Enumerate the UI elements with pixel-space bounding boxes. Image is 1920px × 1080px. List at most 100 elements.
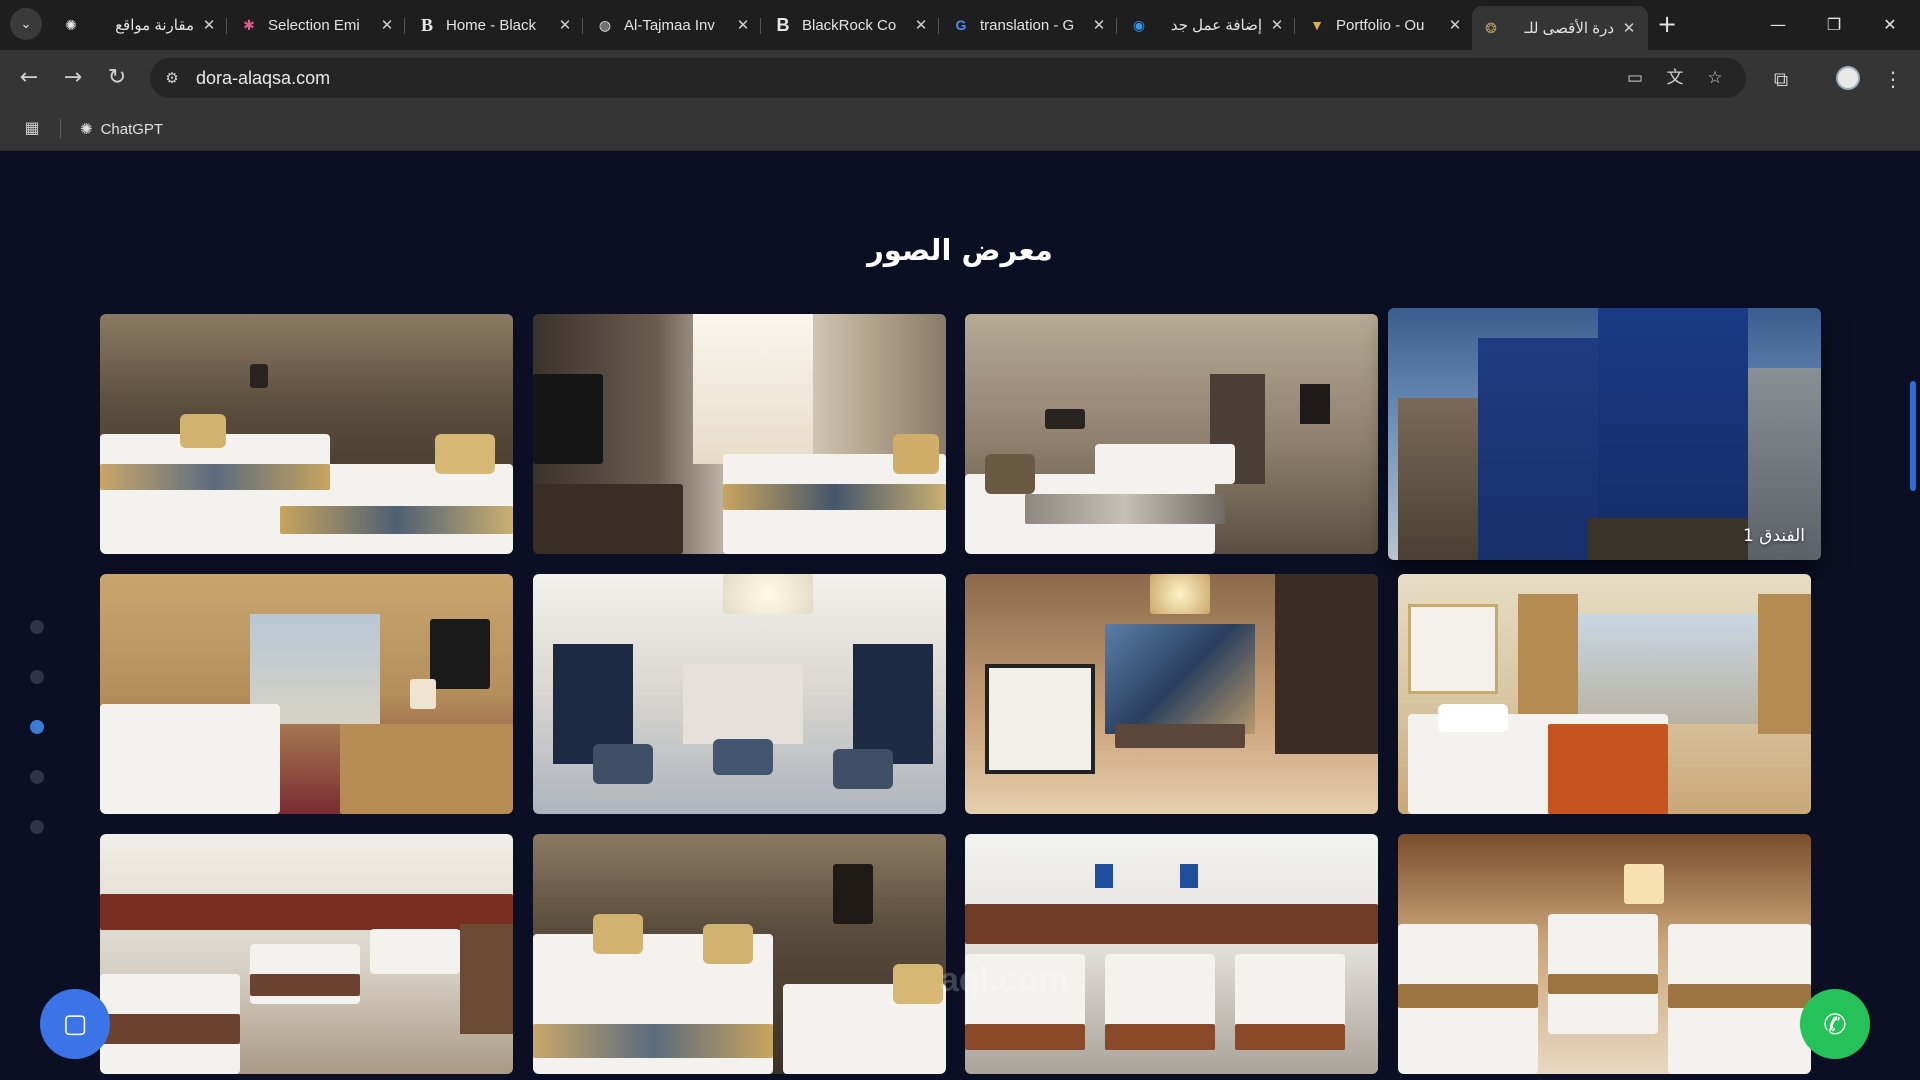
plus-icon: + bbox=[1656, 10, 1678, 38]
tab-title: translation - G bbox=[980, 16, 1075, 34]
bookmark-label: ChatGPT bbox=[100, 120, 164, 138]
minimize-icon: — bbox=[1770, 15, 1786, 34]
tab-divider bbox=[1294, 18, 1295, 34]
close-icon[interactable]: ✕ bbox=[1620, 19, 1638, 37]
browser-tab-bar: ⌄ ✺ مقارنة مواقع ✕ ✱ Selection Emi ✕ B H… bbox=[0, 0, 1920, 50]
close-icon[interactable]: ✕ bbox=[734, 16, 752, 34]
reload-icon: ↻ bbox=[107, 65, 127, 90]
whatsapp-button[interactable]: ✆ bbox=[1800, 989, 1870, 1059]
tab-title: BlackRock Co bbox=[802, 16, 897, 34]
tab-title: إضافة عمل جد bbox=[1170, 17, 1262, 34]
close-icon[interactable]: ✕ bbox=[556, 16, 574, 34]
gallery-photo-6[interactable] bbox=[965, 574, 1378, 814]
tab-divider bbox=[760, 18, 761, 34]
gallery-photo-1[interactable] bbox=[100, 314, 513, 554]
bookmarks-divider bbox=[60, 119, 61, 139]
site-settings-icon[interactable]: ⚙ bbox=[160, 66, 184, 90]
apps-grid-icon[interactable]: ▦ bbox=[22, 118, 42, 138]
section-dot[interactable] bbox=[30, 820, 44, 834]
reload-button[interactable]: ↻ bbox=[102, 64, 132, 94]
tab-7[interactable]: ▼ Portfolio - Ou ✕ bbox=[1298, 6, 1474, 44]
tab-1[interactable]: ✱ Selection Emi ✕ bbox=[230, 6, 406, 44]
page-title: معرض الصور bbox=[867, 233, 1053, 267]
circle-icon: ◉ bbox=[1132, 16, 1146, 33]
section-dot[interactable] bbox=[30, 770, 44, 784]
tab-8-active[interactable]: ❂ درة الأقصى للـ ✕ bbox=[1472, 6, 1648, 50]
install-app-icon[interactable]: ▭ bbox=[1622, 66, 1648, 90]
tab-4[interactable]: B BlackRock Co ✕ bbox=[764, 6, 940, 44]
tab-divider bbox=[226, 18, 227, 34]
globe-icon: ◍ bbox=[598, 16, 612, 33]
back-button[interactable]: ← bbox=[14, 64, 44, 94]
new-tab-button[interactable]: + bbox=[1652, 10, 1682, 40]
section-dot[interactable] bbox=[30, 620, 44, 634]
gallery-photo-4[interactable] bbox=[100, 574, 513, 814]
browser-toolbar: ← → ↻ ⚙ dora-alaqsa.com ▭ 文 ☆ ⧉ ⋮ bbox=[0, 50, 1920, 107]
translate-icon[interactable]: 文 bbox=[1662, 66, 1688, 90]
scrollbar-thumb[interactable] bbox=[1910, 381, 1916, 491]
tab-5[interactable]: G translation - G ✕ bbox=[942, 6, 1118, 44]
close-icon[interactable]: ✕ bbox=[378, 16, 396, 34]
close-icon[interactable]: ✕ bbox=[1090, 16, 1108, 34]
site-logo-icon: ❂ bbox=[1485, 19, 1497, 36]
portfolio-icon: ▼ bbox=[1310, 17, 1324, 33]
tab-title: Home - Black bbox=[446, 16, 537, 34]
b-logo-icon: B bbox=[776, 14, 790, 35]
gallery-photo-9[interactable] bbox=[533, 834, 946, 1074]
tab-divider bbox=[404, 18, 405, 34]
tab-title: درة الأقصى للـ bbox=[1524, 20, 1614, 37]
chat-button[interactable]: ▢ bbox=[40, 989, 110, 1059]
tab-divider bbox=[582, 18, 583, 34]
tab-0[interactable]: ✺ مقارنة مواقع ✕ bbox=[52, 6, 228, 44]
tab-title: مقارنة مواقع bbox=[115, 17, 194, 34]
tab-2[interactable]: B Home - Black ✕ bbox=[408, 6, 584, 44]
close-icon[interactable]: ✕ bbox=[1268, 16, 1286, 34]
arrow-right-icon: → bbox=[63, 65, 83, 90]
chevron-down-icon: ⌄ bbox=[20, 16, 32, 32]
close-icon[interactable]: ✕ bbox=[912, 16, 930, 34]
watermark: aql.com bbox=[940, 961, 1069, 999]
tab-6[interactable]: ◉ إضافة عمل جد ✕ bbox=[1120, 6, 1296, 44]
gallery-photo-3[interactable] bbox=[965, 314, 1378, 554]
dribbble-icon: ✱ bbox=[243, 16, 255, 33]
tab-divider bbox=[1116, 18, 1117, 34]
chat-bubble-icon: ▢ bbox=[62, 1009, 88, 1039]
url-text[interactable]: dora-alaqsa.com bbox=[196, 68, 330, 89]
featured-photo-hotel[interactable]: الفندق 1 bbox=[1388, 308, 1821, 560]
minimize-button[interactable]: — bbox=[1756, 8, 1800, 42]
restore-button[interactable]: ❐ bbox=[1812, 8, 1856, 42]
gallery-photo-11[interactable] bbox=[1398, 834, 1811, 1074]
chatgpt-icon: ✺ bbox=[65, 16, 77, 33]
profile-avatar[interactable] bbox=[1836, 66, 1860, 90]
google-icon: G bbox=[955, 17, 967, 33]
bookmark-star-icon[interactable]: ☆ bbox=[1702, 66, 1728, 90]
gallery-photo-2[interactable] bbox=[533, 314, 946, 554]
section-dots-nav bbox=[30, 620, 46, 870]
b-logo-icon: B bbox=[420, 14, 433, 35]
whatsapp-icon: ✆ bbox=[1823, 1007, 1847, 1041]
close-icon[interactable]: ✕ bbox=[1446, 16, 1464, 34]
gallery-photo-5[interactable] bbox=[533, 574, 946, 814]
gallery-photo-8[interactable] bbox=[100, 834, 513, 1074]
tab-search-button[interactable]: ⌄ bbox=[10, 8, 42, 40]
window-close-button[interactable]: ✕ bbox=[1868, 8, 1912, 42]
section-dot-active[interactable] bbox=[30, 720, 44, 734]
tab-title: Selection Emi bbox=[268, 16, 360, 34]
arrow-left-icon: ← bbox=[19, 65, 39, 90]
section-dot[interactable] bbox=[30, 670, 44, 684]
gallery-photo-10[interactable] bbox=[965, 834, 1378, 1074]
tab-title: Portfolio - Ou bbox=[1336, 16, 1425, 34]
gallery-photo-7[interactable] bbox=[1398, 574, 1811, 814]
bookmark-chatgpt[interactable]: ✺ ChatGPT bbox=[80, 117, 163, 141]
extensions-icon[interactable]: ⧉ bbox=[1766, 64, 1796, 94]
tab-title: Al-Tajmaa Inv bbox=[624, 16, 715, 34]
menu-kebab-icon[interactable]: ⋮ bbox=[1878, 64, 1908, 94]
close-icon: ✕ bbox=[1883, 15, 1897, 34]
address-bar[interactable]: ⚙ dora-alaqsa.com ▭ 文 ☆ bbox=[150, 58, 1746, 98]
gallery-section: معرض الصور الفندق 1 aql.com ▢ ✆ bbox=[0, 151, 1920, 1080]
close-icon[interactable]: ✕ bbox=[200, 16, 218, 34]
forward-button[interactable]: → bbox=[58, 64, 88, 94]
tab-3[interactable]: ◍ Al-Tajmaa Inv ✕ bbox=[586, 6, 762, 44]
restore-icon: ❐ bbox=[1826, 15, 1842, 34]
bookmarks-bar: ▦ ✺ ChatGPT bbox=[0, 107, 1920, 151]
